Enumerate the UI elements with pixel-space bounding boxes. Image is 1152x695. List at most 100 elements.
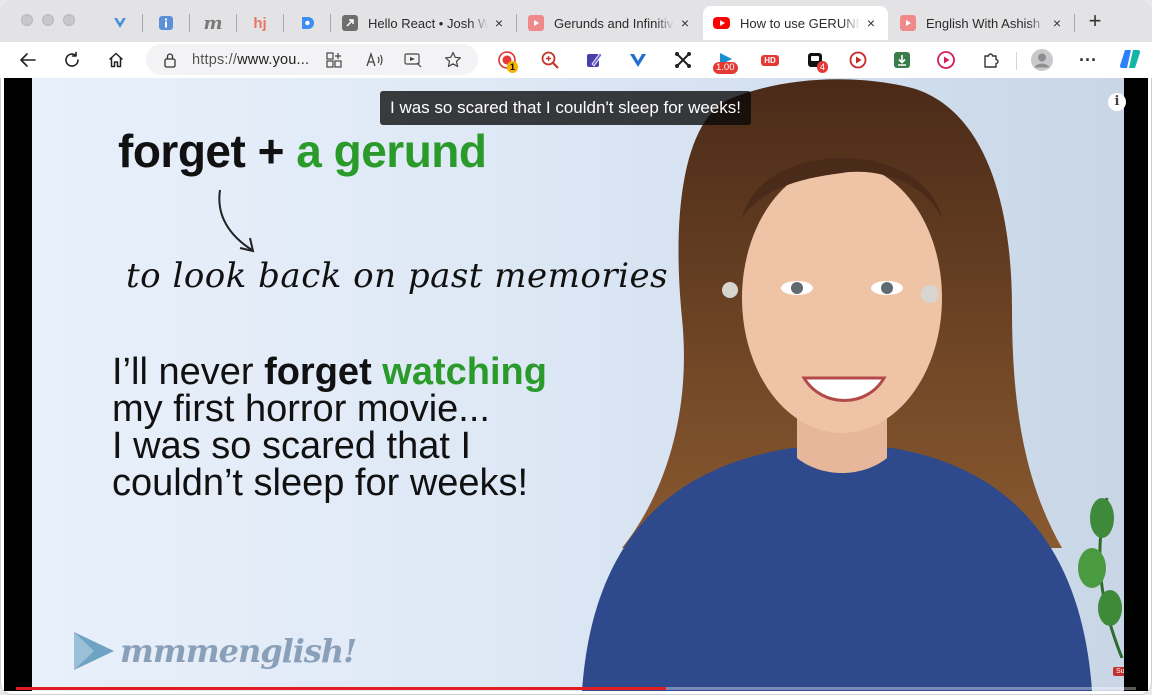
- subscribe-watermark[interactable]: Subscribe: [1113, 667, 1124, 676]
- example-line-1: I’ll never forget watching: [112, 351, 547, 393]
- new-tab-button[interactable]: +: [1083, 10, 1107, 34]
- profile-avatar[interactable]: [1029, 47, 1055, 73]
- extension-video-capture[interactable]: [846, 48, 870, 72]
- extension-counter[interactable]: 4: [803, 48, 829, 73]
- tab-close-button[interactable]: ×: [490, 14, 508, 32]
- headline-forget: forget: [118, 125, 246, 177]
- immersive-reader-icon[interactable]: [404, 52, 422, 68]
- url-host: www.you...: [237, 52, 310, 68]
- copilot-icon: [1119, 49, 1141, 69]
- pinned-tab-2[interactable]: [148, 10, 184, 36]
- video-player[interactable]: forget + a gerund to look back on past m…: [4, 78, 1148, 691]
- minimize-window-button[interactable]: [42, 14, 54, 26]
- youtube-icon: [900, 15, 916, 31]
- back-arrow-icon: [20, 53, 36, 67]
- video-progress-bar[interactable]: [16, 687, 1136, 690]
- example-line-2: my first horror movie...: [112, 388, 490, 430]
- example-line-4: couldn’t sleep for weeks!: [112, 462, 529, 504]
- close-window-button[interactable]: [21, 14, 33, 26]
- tab-divider: [516, 14, 517, 32]
- pinned-tab-1[interactable]: [102, 10, 138, 36]
- hj-logo-icon: hj: [253, 14, 267, 32]
- tab-divider: [236, 14, 237, 32]
- example-verb: forget: [264, 351, 372, 393]
- url-text: https://www.you...: [192, 52, 309, 68]
- browser-window: m hj Hello React • Josh W × Gerunds and …: [0, 0, 1152, 695]
- m-letter-icon: m: [203, 12, 223, 34]
- external-link-icon: [342, 15, 358, 31]
- shuffle-icon: [675, 52, 691, 68]
- vee-extension-icon: [630, 54, 646, 67]
- reload-button[interactable]: [58, 46, 86, 74]
- reload-icon: [65, 51, 79, 67]
- pinned-tab-4[interactable]: hj: [242, 10, 278, 36]
- extension-vee[interactable]: [626, 48, 650, 72]
- info-letter-icon: [159, 16, 173, 30]
- slide-example: I’ll never forget watching my first horr…: [112, 351, 547, 504]
- extension-search-zoom[interactable]: [538, 48, 562, 72]
- video-capture-icon: [849, 51, 867, 69]
- extension-badge: 1.00: [713, 62, 738, 74]
- home-icon: [108, 52, 124, 68]
- example-prefix: I’ll never: [112, 351, 265, 393]
- tab-divider: [330, 14, 331, 32]
- tab-divider: [142, 14, 143, 32]
- tab-title: How to use GERUNDS: [740, 15, 860, 31]
- youtube-icon: [713, 17, 730, 29]
- tab-close-button[interactable]: ×: [676, 14, 694, 32]
- window-controls: [21, 14, 75, 26]
- vee-logo-icon: [114, 18, 126, 28]
- tab-close-button[interactable]: ×: [1048, 14, 1066, 32]
- extensions-button[interactable]: [979, 48, 1003, 72]
- tab-bar: m hj Hello React • Josh W × Gerunds and …: [0, 0, 1152, 42]
- read-aloud-icon[interactable]: [366, 52, 384, 68]
- extension-hd[interactable]: HD: [758, 48, 782, 72]
- tab-close-button[interactable]: ×: [862, 14, 880, 32]
- copilot-button[interactable]: [1117, 46, 1143, 72]
- address-bar[interactable]: https://www.you...: [146, 44, 478, 75]
- lock-icon: [164, 53, 176, 68]
- tab-hello-react[interactable]: Hello React • Josh W ×: [332, 6, 516, 40]
- tab-divider: [189, 14, 190, 32]
- back-button[interactable]: [14, 46, 42, 74]
- presenter-image: [582, 79, 1092, 691]
- more-menu-button[interactable]: ···: [1076, 48, 1100, 72]
- toolbar: https://www.you... 1 1.00 HD 4 ···: [0, 42, 1152, 78]
- channel-logo: mmmenglish!: [72, 630, 357, 672]
- extension-play[interactable]: [934, 48, 958, 72]
- plant-image: [1078, 497, 1124, 658]
- hd-icon: HD: [761, 54, 779, 66]
- favorite-star-icon[interactable]: [444, 51, 462, 69]
- example-gerund: watching: [382, 351, 547, 393]
- tab-how-to-use-gerunds[interactable]: How to use GERUNDS ×: [703, 6, 888, 40]
- extension-pen[interactable]: [582, 48, 606, 72]
- home-button[interactable]: [102, 46, 130, 74]
- extension-record[interactable]: 1: [495, 48, 519, 73]
- pen-icon: [587, 52, 603, 67]
- channel-logo-text: mmmenglish!: [120, 632, 357, 670]
- tab-title: English With Ashish -: [926, 15, 1046, 31]
- tab-gerunds-infinitives[interactable]: Gerunds and Infinitiv ×: [518, 6, 702, 40]
- pinned-tab-5[interactable]: [289, 10, 325, 36]
- tab-title: Gerunds and Infinitiv: [554, 15, 674, 31]
- play-circle-icon: [937, 51, 955, 69]
- extension-download[interactable]: [890, 48, 914, 72]
- info-button[interactable]: i: [1108, 93, 1126, 111]
- tab-english-with-ashish[interactable]: English With Ashish - ×: [890, 6, 1074, 40]
- headline-plus: +: [257, 125, 285, 177]
- pinned-tab-3[interactable]: m: [195, 10, 231, 36]
- apps-grid-icon[interactable]: [326, 52, 342, 68]
- slide-headline: forget + a gerund: [118, 124, 487, 178]
- video-frame[interactable]: forget + a gerund to look back on past m…: [32, 78, 1124, 691]
- example-line-3: I was so scared that I: [112, 425, 472, 467]
- search-zoom-icon: [541, 51, 559, 69]
- puzzle-icon: [984, 53, 999, 68]
- url-scheme: https://: [192, 52, 238, 68]
- tab-title: Hello React • Josh W: [368, 15, 488, 31]
- video-progress-fill: [16, 687, 666, 690]
- extension-speed[interactable]: 1.00: [713, 48, 739, 74]
- zoom-window-button[interactable]: [63, 14, 75, 26]
- dictation-icon: [302, 17, 314, 29]
- tab-divider: [283, 14, 284, 32]
- extension-shuffle[interactable]: [671, 48, 695, 72]
